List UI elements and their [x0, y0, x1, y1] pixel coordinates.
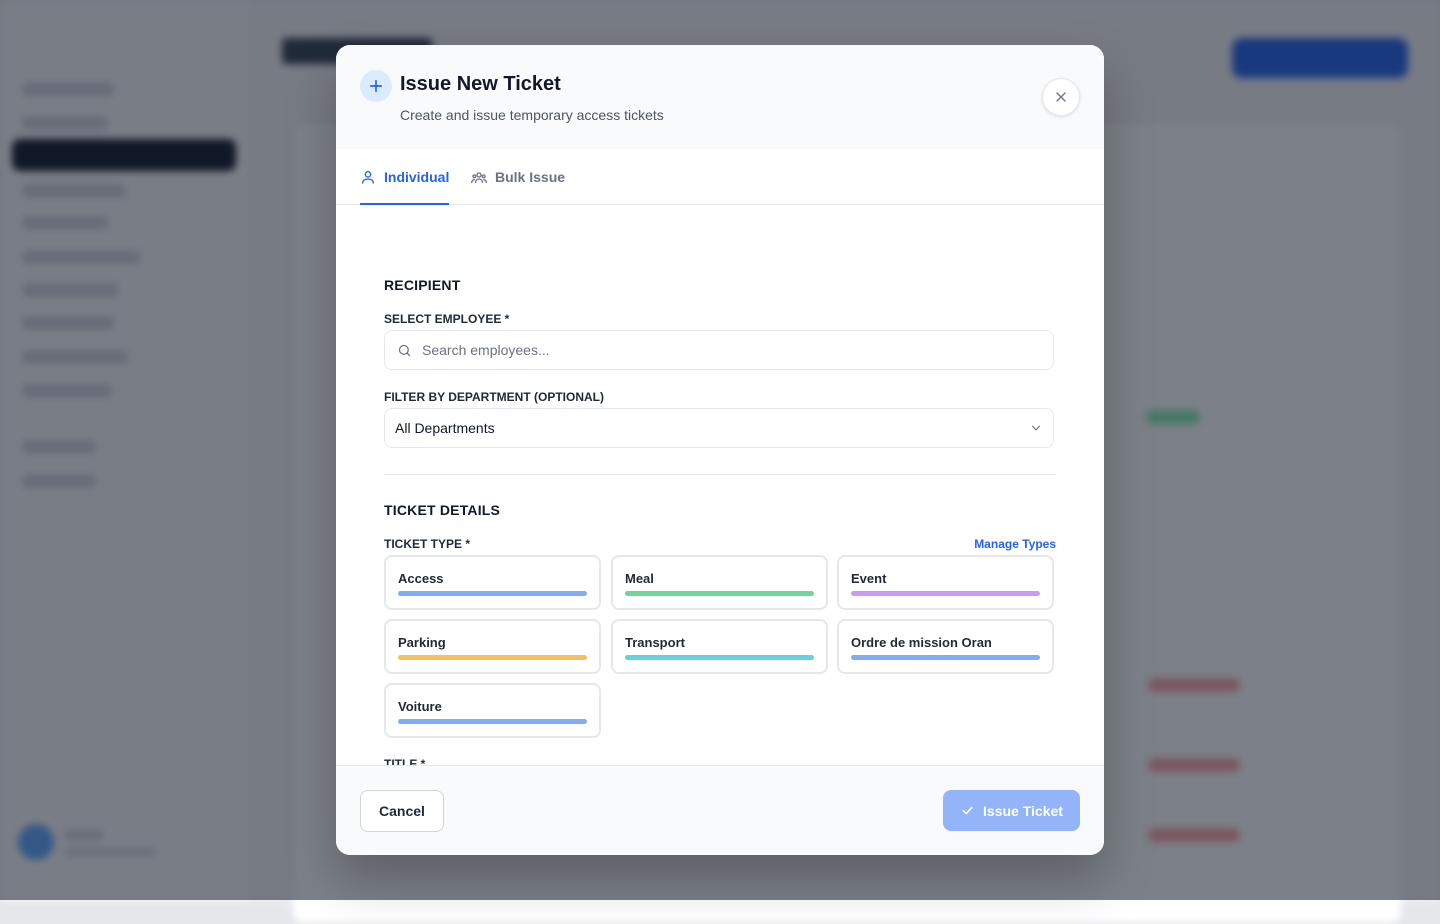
section-divider — [384, 474, 1056, 475]
ticket-type-name: Event — [851, 571, 887, 586]
employee-label: SELECT EMPLOYEE * — [384, 312, 510, 326]
ticket-type-color-bar — [851, 591, 1040, 596]
tab-individual[interactable]: Individual — [360, 149, 450, 205]
chevron-down-icon — [1029, 421, 1043, 435]
ticket-type-name: Parking — [398, 635, 446, 650]
issue-ticket-button[interactable]: Issue Ticket — [943, 790, 1080, 831]
modal-body[interactable]: RECIPIENT SELECT EMPLOYEE * FILTER BY DE… — [336, 205, 1104, 765]
ticket-type-name: Ordre de mission Oran — [851, 635, 992, 650]
tab-label: Bulk Issue — [495, 168, 566, 185]
close-icon — [1056, 92, 1066, 102]
ticket-type-color-bar — [625, 655, 814, 660]
ticket-details-section-title: TICKET DETAILS — [384, 502, 501, 518]
ticket-type-meal[interactable]: Meal — [611, 555, 828, 610]
modal-title: Issue New Ticket — [400, 73, 561, 95]
manage-types-link[interactable]: Manage Types — [974, 537, 1056, 551]
employee-search-field — [384, 330, 1054, 370]
user-icon — [362, 170, 374, 184]
plus-icon — [360, 70, 392, 102]
search-icon — [397, 343, 412, 358]
tab-bulk-issue[interactable]: Bulk Issue — [471, 149, 565, 204]
department-label: FILTER BY DEPARTMENT (OPTIONAL) — [384, 390, 604, 404]
issue-ticket-modal: Issue New Ticket Create and issue tempor… — [336, 45, 1104, 855]
ticket-type-color-bar — [851, 655, 1040, 660]
department-select-value: All Departments — [395, 420, 495, 436]
ticket-type-voiture[interactable]: Voiture — [384, 683, 601, 738]
ticket-type-name: Transport — [625, 635, 685, 650]
recipient-section-title: RECIPIENT — [384, 277, 461, 293]
ticket-type-event[interactable]: Event — [837, 555, 1054, 610]
users-icon — [471, 171, 487, 183]
ticket-type-color-bar — [398, 591, 587, 596]
employee-search-input[interactable] — [412, 331, 1053, 369]
ticket-type-name: Voiture — [398, 699, 442, 714]
tab-label: Individual — [384, 168, 450, 185]
ticket-type-name: Meal — [625, 571, 654, 586]
tab-bar: Individual Bulk Issue — [336, 149, 1104, 205]
ticket-type-access[interactable]: Access — [384, 555, 601, 610]
check-icon — [962, 806, 973, 815]
cancel-button[interactable]: Cancel — [360, 790, 444, 832]
close-button[interactable] — [1042, 78, 1080, 116]
title-label: TITLE * — [384, 757, 426, 765]
ticket-type-label: TICKET TYPE * — [384, 537, 471, 551]
modal-footer: Cancel Issue Ticket — [336, 765, 1104, 855]
ticket-type-name: Access — [398, 571, 444, 586]
ticket-type-ordre-de-mission-oran[interactable]: Ordre de mission Oran — [837, 619, 1054, 674]
ticket-type-color-bar — [625, 591, 814, 596]
ticket-type-parking[interactable]: Parking — [384, 619, 601, 674]
ticket-type-color-bar — [398, 655, 587, 660]
ticket-type-color-bar — [398, 719, 587, 724]
issue-ticket-label: Issue Ticket — [983, 802, 1063, 819]
modal-subtitle: Create and issue temporary access ticket… — [400, 107, 664, 123]
modal-header: Issue New Ticket Create and issue tempor… — [336, 45, 1104, 150]
department-select[interactable]: All Departments — [384, 408, 1054, 448]
ticket-type-transport[interactable]: Transport — [611, 619, 828, 674]
